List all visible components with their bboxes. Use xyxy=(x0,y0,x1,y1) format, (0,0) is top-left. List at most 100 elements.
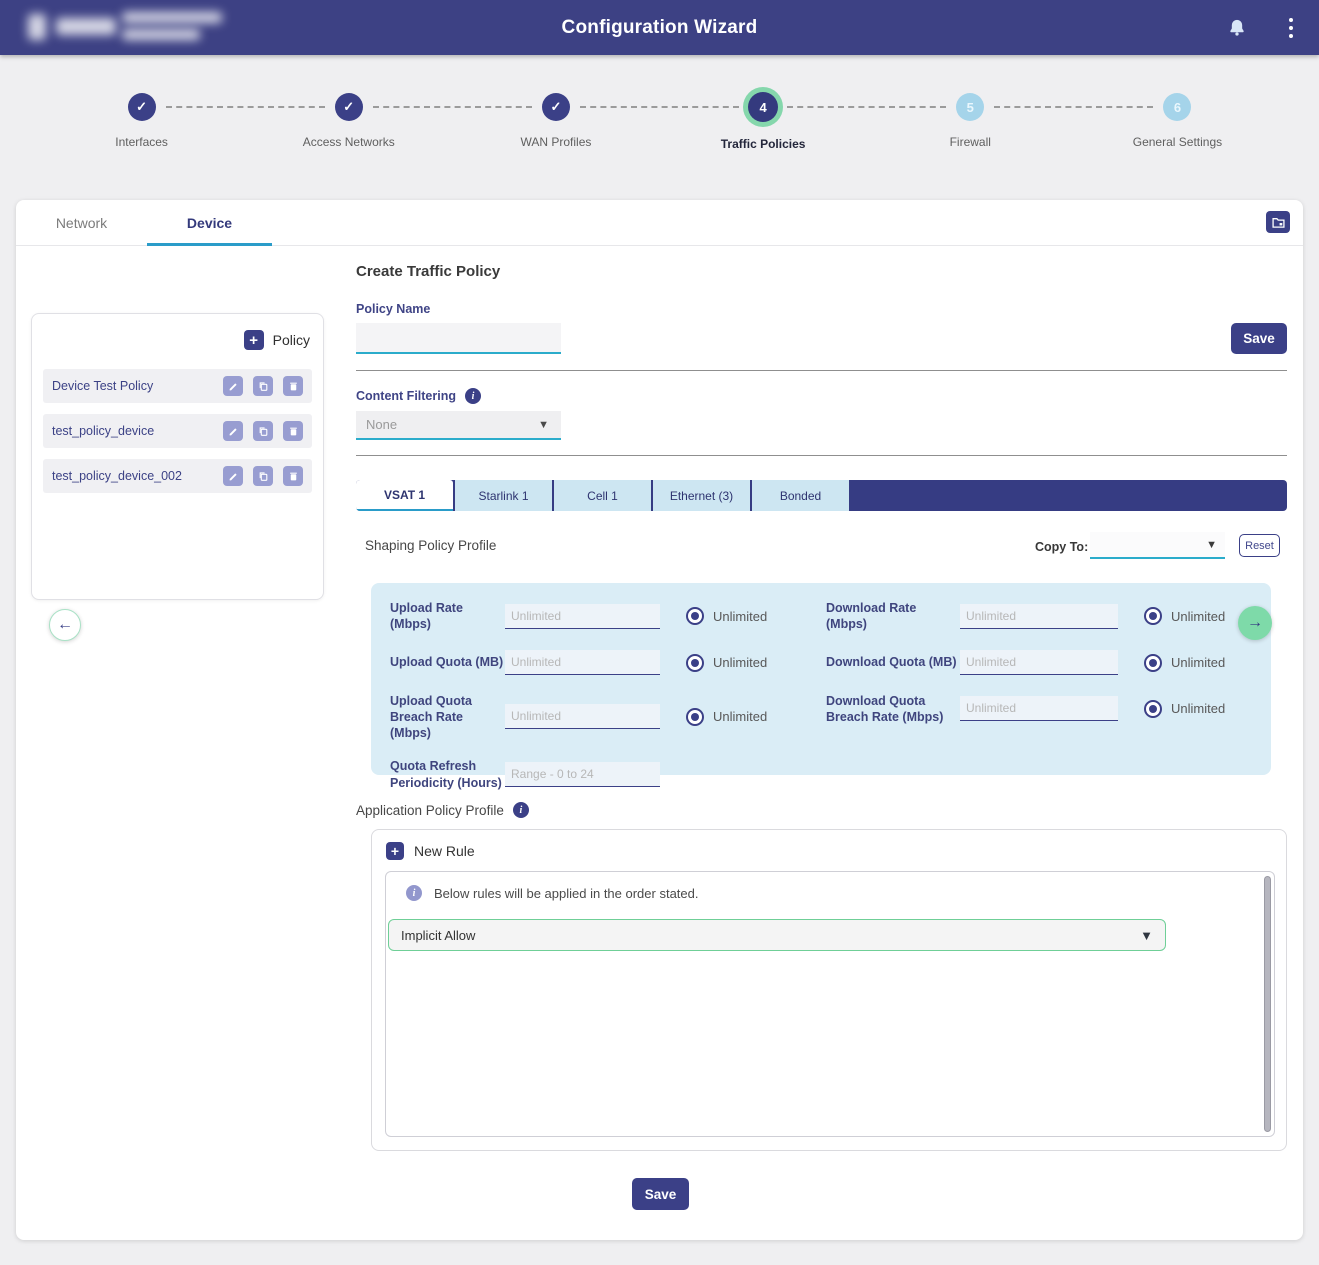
edit-pencil-icon[interactable] xyxy=(223,421,243,441)
policy-name: test_policy_device_002 xyxy=(52,469,223,483)
rule-implicit-allow[interactable]: Implicit Allow ▼ xyxy=(388,919,1166,951)
save-button[interactable]: Save xyxy=(1231,323,1287,354)
policy-name: Device Test Policy xyxy=(52,379,223,393)
divider xyxy=(356,455,1287,456)
download-quota-input[interactable] xyxy=(960,650,1118,675)
caret-down-icon: ▼ xyxy=(1206,539,1217,551)
main-card: Network Device + Policy Device Test Poli… xyxy=(16,200,1303,1240)
policy-name-input[interactable] xyxy=(356,323,561,354)
download-rate-unlimited-radio[interactable]: Unlimited xyxy=(1144,607,1225,625)
page-title: Configuration Wizard xyxy=(0,17,1319,39)
divider xyxy=(356,370,1287,371)
upload-quota-breach-rate-input[interactable] xyxy=(505,704,660,729)
tab-device[interactable]: Device xyxy=(147,200,272,245)
policy-list-item[interactable]: test_policy_device_002 xyxy=(43,459,312,493)
download-rate-input[interactable] xyxy=(960,604,1118,629)
add-policy-button[interactable]: + Policy xyxy=(244,330,310,350)
step-traffic-policies[interactable]: 4 Traffic Policies xyxy=(660,91,867,200)
tab-ethernet-3[interactable]: Ethernet (3) xyxy=(653,480,750,511)
copy-icon[interactable] xyxy=(253,421,273,441)
policy-list-item[interactable]: test_policy_device xyxy=(43,414,312,448)
policy-list-item[interactable]: Device Test Policy xyxy=(43,369,312,403)
upload-quota-breach-unlimited-radio[interactable]: Unlimited xyxy=(686,708,767,726)
tab-vsat-1[interactable]: VSAT 1 xyxy=(356,480,453,511)
new-rule-label: New Rule xyxy=(414,843,475,859)
save-button-bottom[interactable]: Save xyxy=(632,1178,689,1210)
delete-trash-icon[interactable] xyxy=(283,376,303,396)
step-check-icon: ✓ xyxy=(335,93,363,121)
upload-quota-input[interactable] xyxy=(505,650,660,675)
notifications-bell-icon[interactable] xyxy=(1227,17,1247,38)
upload-rate-unlimited-radio[interactable]: Unlimited xyxy=(686,607,767,625)
step-firewall[interactable]: 5 Firewall xyxy=(867,91,1074,200)
policy-list-panel: + Policy Device Test Policy test_policy_… xyxy=(31,313,324,600)
info-icon[interactable]: i xyxy=(465,388,481,404)
download-quota-label: Download Quota (MB) xyxy=(826,654,960,670)
app-header: Configuration Wizard xyxy=(0,0,1319,55)
rules-info-text: Below rules will be applied in the order… xyxy=(434,886,698,901)
radio-selected-icon xyxy=(686,607,704,625)
arrow-right-icon: → xyxy=(1247,614,1263,632)
step-label: Firewall xyxy=(950,135,991,149)
next-arrow-button[interactable]: → xyxy=(1238,606,1272,640)
rule-name: Implicit Allow xyxy=(401,928,1140,943)
copy-icon[interactable] xyxy=(253,466,273,486)
delete-trash-icon[interactable] xyxy=(283,421,303,441)
tab-network[interactable]: Network xyxy=(39,200,124,245)
new-rule-button[interactable]: + New Rule xyxy=(386,842,475,860)
rules-list-box: i Below rules will be applied in the ord… xyxy=(385,871,1275,1137)
create-traffic-policy-title: Create Traffic Policy xyxy=(356,263,500,280)
edit-pencil-icon[interactable] xyxy=(223,466,243,486)
caret-down-icon: ▼ xyxy=(538,419,549,431)
download-rate-label: Download Rate (Mbps) xyxy=(826,600,960,633)
download-quota-breach-unlimited-radio[interactable]: Unlimited xyxy=(1144,700,1225,718)
plus-icon: + xyxy=(244,330,264,350)
step-general-settings[interactable]: 6 General Settings xyxy=(1074,91,1281,200)
step-label: WAN Profiles xyxy=(520,135,591,149)
step-number: 4 xyxy=(748,92,778,122)
network-device-tabs: Network Device xyxy=(16,200,1303,246)
copy-icon[interactable] xyxy=(253,376,273,396)
info-icon[interactable]: i xyxy=(513,802,529,818)
delete-trash-icon[interactable] xyxy=(283,466,303,486)
shaping-policy-profile-title: Shaping Policy Profile xyxy=(365,538,496,553)
wizard-stepper: ✓ Interfaces ✓ Access Networks ✓ WAN Pro… xyxy=(0,55,1319,200)
add-policy-label: Policy xyxy=(273,332,310,348)
shaping-policy-panel: Upload Rate (Mbps) Unlimited Upload Quot… xyxy=(371,583,1271,775)
copy-to-label: Copy To: xyxy=(1035,540,1088,554)
quota-refresh-periodicity-label: Quota Refresh Periodicity (Hours) xyxy=(390,758,505,791)
upload-quota-breach-rate-label: Upload Quota Breach Rate (Mbps) xyxy=(390,693,505,742)
back-arrow-button[interactable]: ← xyxy=(49,609,81,641)
policy-rows: Device Test Policy test_policy_device te… xyxy=(43,369,312,504)
step-check-icon: ✓ xyxy=(542,93,570,121)
kebab-menu-icon[interactable] xyxy=(1285,14,1297,42)
application-rules-box: + New Rule i Below rules will be applied… xyxy=(371,829,1287,1151)
folder-icon[interactable] xyxy=(1266,211,1290,233)
scrollbar-thumb[interactable] xyxy=(1264,876,1271,1132)
tab-starlink-1[interactable]: Starlink 1 xyxy=(455,480,552,511)
edit-pencil-icon[interactable] xyxy=(223,376,243,396)
step-wan-profiles[interactable]: ✓ WAN Profiles xyxy=(452,91,659,200)
upload-quota-unlimited-radio[interactable]: Unlimited xyxy=(686,654,767,672)
upload-rate-input[interactable] xyxy=(505,604,660,629)
step-label: General Settings xyxy=(1133,135,1222,149)
upload-quota-label: Upload Quota (MB) xyxy=(390,654,505,670)
content-filtering-select[interactable]: None ▼ xyxy=(356,411,561,440)
reset-button[interactable]: Reset xyxy=(1239,534,1280,557)
quota-refresh-periodicity-input[interactable] xyxy=(505,762,660,787)
step-access-networks[interactable]: ✓ Access Networks xyxy=(245,91,452,200)
copy-to-select[interactable]: ▼ xyxy=(1090,532,1225,559)
interface-tab-bar: VSAT 1 Starlink 1 Cell 1 Ethernet (3) Bo… xyxy=(356,480,1287,511)
arrow-left-icon: ← xyxy=(57,616,73,634)
radio-selected-icon xyxy=(1144,607,1162,625)
header-actions xyxy=(1227,0,1297,55)
step-interfaces[interactable]: ✓ Interfaces xyxy=(38,91,245,200)
tab-bonded[interactable]: Bonded xyxy=(752,480,849,511)
step-check-icon: ✓ xyxy=(128,93,156,121)
tab-cell-1[interactable]: Cell 1 xyxy=(554,480,651,511)
download-quota-breach-rate-input[interactable] xyxy=(960,696,1118,721)
step-number: 6 xyxy=(1163,93,1191,121)
step-label: Interfaces xyxy=(115,135,168,149)
radio-selected-icon xyxy=(686,708,704,726)
download-quota-unlimited-radio[interactable]: Unlimited xyxy=(1144,654,1225,672)
